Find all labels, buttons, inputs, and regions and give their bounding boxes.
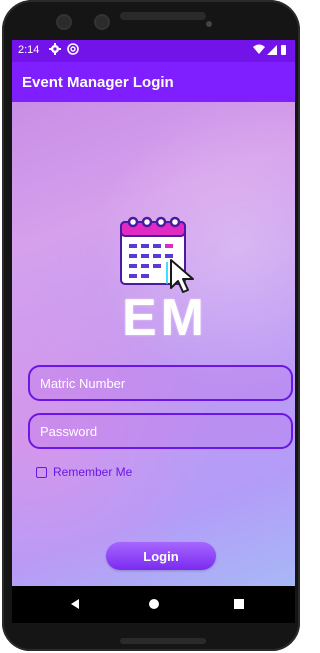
speaker-grille: [120, 12, 206, 20]
screen: 2:14 Event Manager Login EM Matric Numbe…: [12, 40, 295, 586]
status-icons: [253, 44, 286, 55]
status-bar: 2:14: [12, 40, 295, 62]
battery-icon: [281, 45, 286, 55]
remember-me[interactable]: Remember Me: [36, 465, 132, 479]
navigation-bar: [12, 586, 295, 623]
password-field[interactable]: Password: [28, 413, 293, 449]
page-title: Event Manager Login: [22, 73, 174, 91]
at-icon: [67, 43, 79, 55]
camera-icon: [94, 14, 110, 30]
recent-apps-icon[interactable]: [233, 598, 245, 610]
wifi-icon: [253, 44, 265, 54]
login-button-label: Login: [143, 548, 179, 564]
home-icon[interactable]: [148, 598, 160, 610]
sensor-dot: [206, 21, 212, 27]
matric-number-placeholder: Matric Number: [40, 375, 126, 391]
device-top-bezel: [0, 0, 304, 40]
app-bar: Event Manager Login: [12, 62, 295, 102]
device-bottom-bezel: [120, 638, 206, 644]
camera-icon: [56, 14, 72, 30]
remember-me-checkbox[interactable]: [36, 466, 47, 478]
logo-text: EM: [122, 289, 208, 347]
back-icon[interactable]: [69, 598, 81, 610]
remember-me-label: Remember Me: [53, 465, 133, 479]
login-button[interactable]: Login: [106, 542, 216, 570]
gear-icon: [49, 43, 61, 55]
status-time: 2:14: [18, 44, 40, 56]
password-placeholder: Password: [40, 423, 98, 439]
signal-icon: [267, 45, 277, 55]
matric-number-field[interactable]: Matric Number: [28, 365, 293, 401]
login-content: EM Matric Number Password Remember Me Lo…: [12, 102, 295, 586]
